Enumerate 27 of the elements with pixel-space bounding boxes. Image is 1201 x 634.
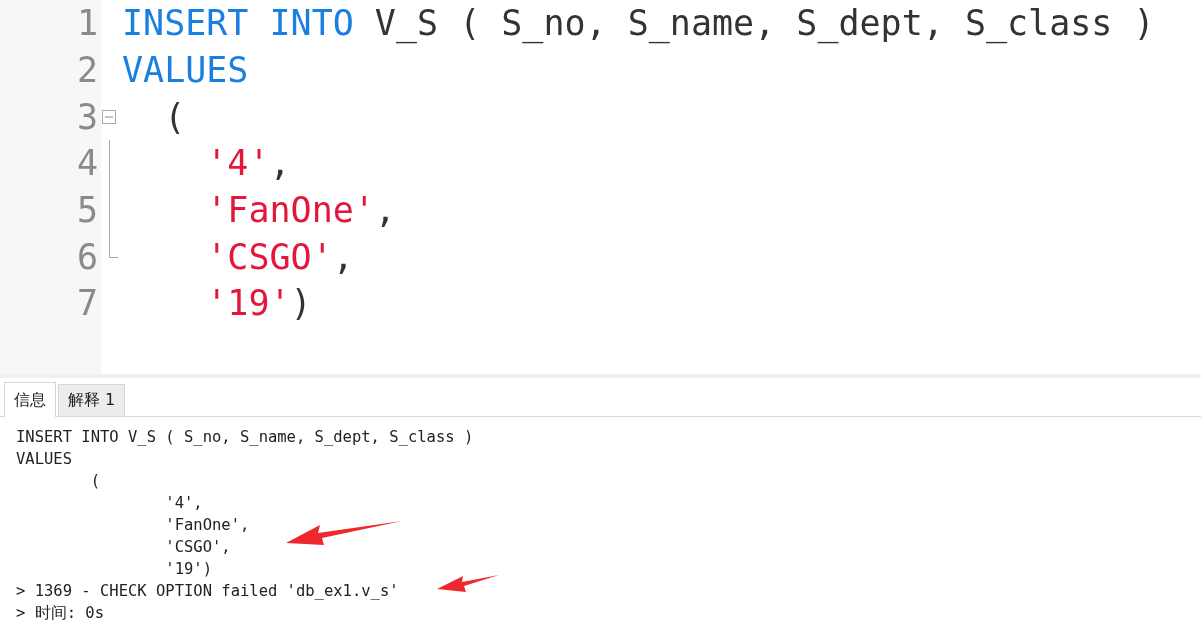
code-line: 'CSGO',	[206, 236, 354, 277]
code-line: '4',	[206, 143, 291, 184]
line-number: 1	[75, 3, 98, 44]
annotation-arrow	[436, 573, 500, 593]
line-number: 2	[75, 50, 98, 91]
output-line: VALUES	[16, 449, 72, 470]
line-number: 3	[75, 96, 98, 137]
output-line: > 时间: 0s	[16, 603, 104, 624]
output-line: '19')	[164, 559, 212, 580]
output-line: > 1369 - CHECK OPTION failed 'db_ex1.v_s'	[16, 581, 399, 602]
code-line: '19')	[206, 283, 312, 324]
code-line: (	[164, 96, 186, 137]
result-tab[interactable]: 信息	[4, 382, 56, 417]
output-line: 'FanOne',	[164, 515, 250, 536]
code-line: VALUES	[122, 50, 249, 91]
fold-toggle-icon[interactable]	[102, 109, 116, 124]
line-number: 4	[75, 143, 98, 184]
code-line: 'FanOne',	[206, 190, 396, 231]
code-line: INSERT INTO V_S ( S_no, S_name, S_dept, S_class )	[122, 3, 1155, 44]
line-number: 5	[75, 190, 98, 231]
line-number: 6	[75, 236, 98, 277]
line-number: 7	[75, 283, 98, 324]
output-line: '4',	[164, 493, 203, 514]
output-line: 'CSGO',	[164, 537, 231, 558]
result-tab[interactable]: 解释 1	[58, 384, 126, 416]
output-line: (	[89, 471, 100, 492]
output-line: INSERT INTO V_S ( S_no, S_name, S_dept, S_class )	[16, 427, 474, 448]
